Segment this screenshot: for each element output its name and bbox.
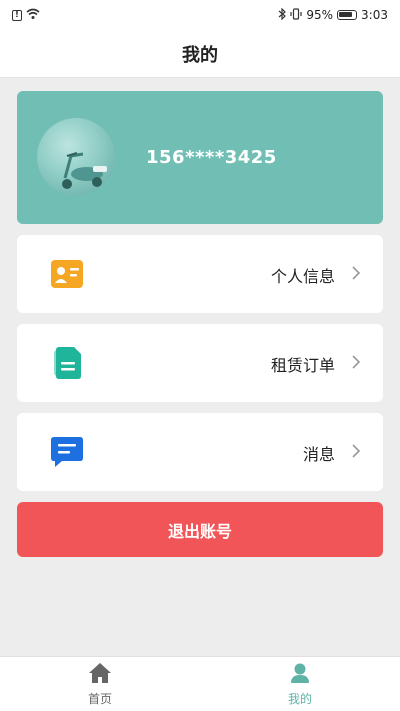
tab-mine[interactable]: 我的: [200, 657, 400, 711]
avatar[interactable]: [37, 118, 115, 196]
tab-label-mine: 我的: [287, 691, 312, 706]
status-left: !: [12, 8, 40, 23]
scooter-icon: [62, 152, 107, 189]
menu-item-rental-orders[interactable]: 租赁订单: [17, 324, 383, 402]
tab-label-home: 首页: [87, 691, 112, 706]
battery-percent: 95%: [306, 8, 334, 22]
home-icon: [88, 662, 112, 688]
chevron-right-icon: [351, 354, 361, 370]
id-card-icon: [50, 257, 84, 291]
menu-label-messages: 消息: [302, 445, 335, 464]
vibrate-icon: [290, 7, 302, 23]
bottom-tab-bar: 首页 我的: [0, 656, 400, 711]
menu-label-profile-info: 个人信息: [270, 267, 335, 286]
alert-icon: !: [12, 9, 22, 21]
menu-label-rental-orders: 租赁订单: [270, 356, 335, 375]
app-header: 我的: [0, 30, 400, 78]
profile-card: 156****3425: [17, 91, 383, 224]
battery-icon: [337, 10, 358, 20]
wifi-icon: [26, 8, 40, 23]
clock: 3:03: [361, 8, 388, 22]
menu-item-messages[interactable]: 消息: [17, 413, 383, 491]
message-icon: [50, 435, 84, 469]
bluetooth-icon: [278, 7, 287, 23]
menu-item-profile-info[interactable]: 个人信息: [17, 235, 383, 313]
logout-button[interactable]: 退出账号: [17, 502, 383, 557]
document-icon: [50, 346, 84, 380]
user-phone: 156****3425: [146, 147, 277, 168]
chevron-right-icon: [351, 265, 361, 281]
status-right: 95% 3:03: [278, 7, 388, 23]
status-bar: ! 95% 3:03: [0, 0, 400, 30]
page-title: 我的: [182, 44, 218, 66]
chevron-right-icon: [351, 443, 361, 459]
tab-home[interactable]: 首页: [0, 657, 200, 711]
user-icon: [289, 662, 311, 688]
